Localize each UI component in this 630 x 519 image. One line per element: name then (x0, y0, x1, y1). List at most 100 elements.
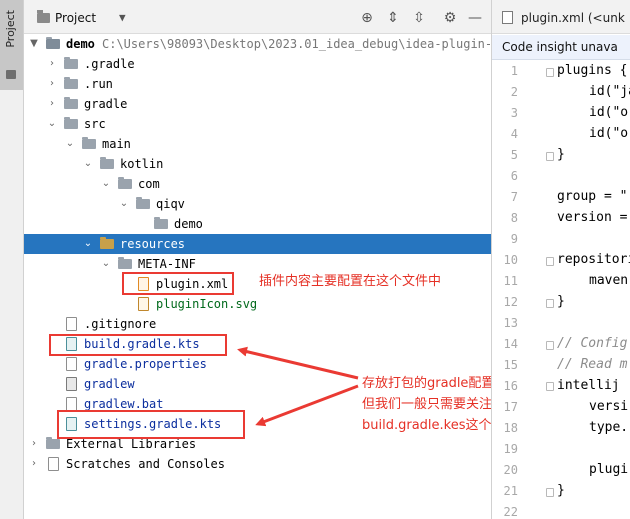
code-insight-banner: Code insight unava (492, 35, 630, 60)
tree-row-gitignore[interactable]: .gitignore (24, 314, 491, 334)
code-line-12: } (557, 294, 565, 309)
folder-icon (64, 117, 78, 129)
chevron-right-icon[interactable]: › (46, 74, 58, 94)
project-tool-tab[interactable]: Project (0, 0, 23, 90)
fold-marker-icon[interactable] (546, 152, 554, 161)
code-line-8: version = (557, 210, 628, 225)
chevron-down-icon[interactable]: ⌄ (82, 154, 94, 174)
tree-row-com[interactable]: ⌄ com (24, 174, 491, 194)
tree-row-kotlin[interactable]: ⌄ kotlin (24, 154, 491, 174)
highlight-settings-gradle (57, 410, 245, 439)
folder-icon (6, 70, 16, 79)
resources-folder-icon (100, 237, 114, 249)
tree-item-label: gradle.properties (84, 357, 207, 371)
chevron-down-icon[interactable]: ⌄ (118, 194, 130, 214)
fold-marker-icon[interactable] (546, 382, 554, 391)
tree-item-label: .gitignore (84, 317, 157, 331)
tree-row-qiqv[interactable]: ⌄ qiqv (24, 194, 491, 214)
editor-tab[interactable]: plugin.xml (<unk (521, 11, 625, 25)
tree-row-gradle[interactable]: › gradle (24, 94, 491, 114)
crosshair-icon[interactable]: ⊕ (358, 9, 376, 27)
line-number: 17 (503, 400, 518, 414)
highlight-build-gradle (49, 334, 227, 356)
root-path: C:\Users\98093\Desktop\2023.01_idea_debu… (102, 37, 507, 51)
tree-item-label: kotlin (120, 157, 164, 171)
line-number-gutter: 1 2 3 4 5 6 7 8 9 10 11 12 13 14 15 16 1… (492, 61, 547, 519)
tree-row-src[interactable]: ⌄ src (24, 114, 491, 134)
code-line-3: id("o (589, 105, 629, 120)
gear-icon[interactable]: ⚙ (441, 9, 459, 27)
highlight-plugin-xml (122, 272, 234, 295)
expand-all-icon[interactable]: ⇕ (384, 9, 402, 27)
tree-row-scratches[interactable]: › Scratches and Consoles (24, 454, 491, 474)
line-number: 13 (503, 316, 518, 330)
fold-marker-icon[interactable] (546, 68, 554, 77)
project-tool-tab-label: Project (4, 10, 17, 48)
banner-text: Code insight unava (502, 40, 618, 54)
editor-tab-bar: plugin.xml (<unk (492, 0, 630, 34)
folder-icon (100, 157, 114, 169)
gitignore-file-icon (66, 317, 77, 331)
tree-item-label: pluginIcon.svg (156, 297, 258, 311)
tree-row-gradle-dir[interactable]: › .gradle (24, 54, 491, 74)
code-line-20: plugi (589, 462, 629, 477)
line-number: 8 (510, 211, 518, 225)
folder-icon (154, 217, 168, 229)
code-line-1: plugins { (557, 63, 628, 78)
chevron-right-icon[interactable]: › (28, 454, 40, 474)
libraries-icon (46, 437, 60, 449)
code-line-15: // Read m (557, 357, 628, 372)
project-folder-icon (37, 10, 50, 23)
code-line-14: // Config (557, 336, 628, 351)
folder-icon (118, 177, 132, 189)
line-number: 19 (503, 442, 518, 456)
chevron-down-icon[interactable]: ▼ (28, 34, 40, 54)
line-number: 16 (503, 379, 518, 393)
line-number: 15 (503, 358, 518, 372)
tree-row-root[interactable]: ▼ demo C:\Users\98093\Desktop\2023.01_id… (24, 34, 507, 54)
editor-pane[interactable]: plugin.xml (<unk Code insight unava 1 2 … (491, 0, 630, 519)
svg-file-icon (138, 297, 149, 311)
code-line-4: id("o (589, 126, 629, 141)
line-number: 20 (503, 463, 518, 477)
line-number: 3 (510, 106, 518, 120)
line-number: 14 (503, 337, 518, 351)
root-name: demo (66, 37, 95, 51)
fold-marker-icon[interactable] (546, 257, 554, 266)
chevron-down-icon[interactable]: ⌄ (100, 254, 112, 274)
code-line-21: } (557, 483, 565, 498)
chevron-down-icon[interactable]: ⌄ (82, 234, 94, 254)
minimize-icon[interactable]: — (466, 9, 484, 27)
code-line-10: repositori (557, 252, 630, 267)
tree-row-demo-pkg[interactable]: demo (24, 214, 491, 234)
tree-item-label: gradle (84, 97, 128, 111)
tree-row-main[interactable]: ⌄ main (24, 134, 491, 154)
scratches-icon (48, 457, 59, 471)
panel-title[interactable]: Project (55, 11, 96, 25)
bat-file-icon (66, 397, 77, 411)
fold-marker-icon[interactable] (546, 488, 554, 497)
fold-marker-icon[interactable] (546, 341, 554, 350)
tree-row-gradle-properties[interactable]: gradle.properties (24, 354, 491, 374)
line-number: 9 (510, 232, 518, 246)
chevron-right-icon[interactable]: › (46, 94, 58, 114)
line-number: 5 (510, 148, 518, 162)
chevron-right-icon[interactable]: › (46, 54, 58, 74)
line-number: 12 (503, 295, 518, 309)
chevron-down-icon[interactable]: ⌄ (100, 174, 112, 194)
chevron-right-icon[interactable]: › (28, 434, 40, 454)
chevron-down-icon[interactable]: ⌄ (46, 114, 58, 134)
tree-row-run[interactable]: › .run (24, 74, 491, 94)
tree-row-resources[interactable]: ⌄ resources (24, 234, 491, 254)
tree-row-plugin-icon[interactable]: pluginIcon.svg (24, 294, 491, 314)
shell-file-icon (66, 377, 77, 391)
tree-item-label: .gradle (84, 57, 135, 71)
collapse-all-icon[interactable]: ⇳ (410, 9, 428, 27)
tree-row-meta-inf[interactable]: ⌄ META-INF (24, 254, 491, 274)
chevron-down-icon[interactable]: ▼ (119, 11, 126, 24)
tree-item-label: resources (120, 237, 186, 251)
chevron-down-icon[interactable]: ⌄ (64, 134, 76, 154)
tree-item-label: src (84, 117, 106, 131)
code-line-17: versi (589, 399, 629, 414)
fold-marker-icon[interactable] (546, 299, 554, 308)
